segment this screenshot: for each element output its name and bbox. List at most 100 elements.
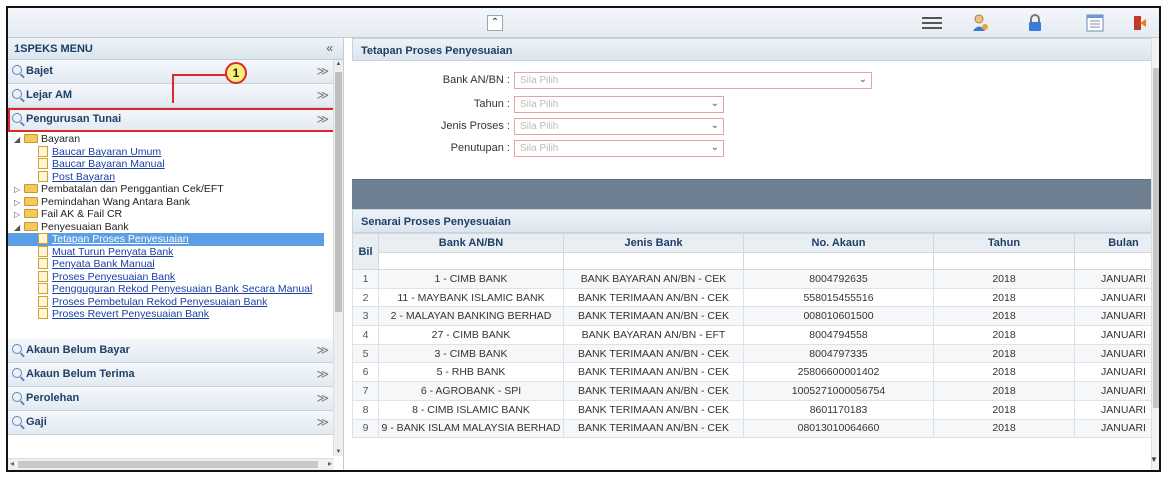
- table-row[interactable]: 2 11 - MAYBANK ISLAMIC BANK BANK TERIMAAN …: [352, 287, 1159, 308]
- accordion-bajet[interactable]: Bajet ≫: [8, 60, 343, 84]
- select-placeholder: Sila Pilih: [520, 121, 559, 132]
- tree-link-label[interactable]: Proses Revert Penyesuaian Bank: [52, 308, 209, 320]
- table-cell: 2018: [933, 287, 1075, 308]
- table-cell: JANUARI: [1074, 418, 1159, 439]
- logout-icon[interactable]: [1133, 13, 1147, 33]
- chevron-down-icon: ⌄: [858, 74, 867, 85]
- main-scrollbar[interactable]: ▼: [1150, 38, 1159, 470]
- table-cell: 2018: [933, 343, 1075, 364]
- sidebar-collapse-icon[interactable]: «: [326, 41, 333, 55]
- tahun-select[interactable]: Sila Pilih ⌄: [514, 96, 724, 113]
- tree-folder-item[interactable]: ▷ Pembatalan dan Penggantian Cek/EFT: [14, 183, 343, 196]
- tree-link-label[interactable]: Pengguguran Rekod Penyesuaian Bank Secar…: [52, 283, 312, 295]
- top-toolbar: ⌃: [8, 8, 1159, 38]
- tree-link-label[interactable]: Proses Penyesuaian Bank: [52, 271, 175, 283]
- table-cell: 2 - MALAYAN BANKING BERHAD: [378, 306, 564, 327]
- table-cell: BANK TERIMAAN AN/BN - CEK: [563, 418, 744, 439]
- table-row[interactable]: 88 - CIMB ISLAMIC BANK BANK TERIMAAN AN/B…: [352, 399, 1159, 420]
- table-cell: 2018: [933, 325, 1075, 345]
- tree-link-label[interactable]: Post Bayaran: [52, 171, 115, 183]
- tree-menu-link[interactable]: Baucar Bayaran Manual: [14, 158, 343, 171]
- scroll-down-arrow-icon[interactable]: ▼: [1150, 455, 1158, 464]
- table-row[interactable]: 53 - CIMB BANK BANK TERIMAAN AN/BN - CEK 8…: [352, 343, 1159, 364]
- tree-menu-link[interactable]: Proses Revert Penyesuaian Bank: [14, 308, 343, 321]
- tree-link-label[interactable]: Baucar Bayaran Umum: [52, 146, 161, 158]
- accordion-lejar-am[interactable]: Lejar AM ≫: [8, 84, 343, 108]
- column-header-bil[interactable]: Bil: [352, 233, 379, 270]
- tree-link-label[interactable]: Baucar Bayaran Manual: [52, 158, 165, 170]
- list-panel-title: Senarai Proses Penyesuaian: [352, 209, 1159, 233]
- filter-input-bank[interactable]: [378, 252, 564, 270]
- column-header-tahun[interactable]: Tahun: [933, 233, 1075, 253]
- scroll-down-arrow-icon[interactable]: ▼: [334, 449, 343, 455]
- sidebar-menu: 1SPEKS MENU « Bajet ≫ Lejar AM ≫ Penguru…: [8, 38, 344, 470]
- tree-folder-item[interactable]: ▷ Pemindahan Wang Antara Bank: [14, 196, 343, 209]
- table-row[interactable]: 99 - BANK ISLAM MALAYSIA BERHAD BANK TERI…: [352, 418, 1159, 439]
- tree-menu-link[interactable]: Baucar Bayaran Umum: [14, 145, 343, 159]
- tree-menu-link[interactable]: Proses Pembetulan Rekod Penyesuaian Bank: [14, 295, 343, 309]
- tree-menu-link[interactable]: Muat Turun Penyata Bank: [14, 245, 343, 259]
- jenis-proses-select[interactable]: Sila Pilih ⌄: [514, 118, 724, 135]
- column-header-bank[interactable]: Bank AN/BN: [378, 233, 564, 253]
- table-row[interactable]: 4 27 - CIMB BANK BANK BAYARAN AN/BN - EFT 8…: [352, 325, 1159, 345]
- table-cell: BANK TERIMAAN AN/BN - CEK: [563, 381, 744, 401]
- table-cell: 8004792635: [743, 269, 934, 289]
- document-icon: [38, 245, 48, 257]
- list-icon[interactable]: [1085, 13, 1105, 33]
- table-cell: 08013010064660: [743, 418, 934, 439]
- column-header-jenis-bank[interactable]: Jenis Bank: [563, 233, 744, 253]
- scroll-right-arrow-icon[interactable]: ▸: [328, 459, 332, 468]
- hamburger-icon[interactable]: [922, 17, 942, 29]
- table-cell: 1: [352, 269, 379, 289]
- filter-input-bulan[interactable]: [1074, 252, 1159, 270]
- sidebar-scrollbar[interactable]: ▲ ▼: [333, 60, 343, 456]
- tree-folder-item[interactable]: ◢ Penyesuaian Bank: [14, 221, 343, 234]
- scroll-thumb[interactable]: [18, 461, 318, 468]
- sidebar-horizontal-scrollbar[interactable]: ◂ ▸: [8, 458, 334, 470]
- table-row[interactable]: 11 - CIMB BANK BANK BAYARAN AN/BN - CEK 80…: [352, 269, 1159, 289]
- tree-menu-link[interactable]: Tetapan Proses Penyesuaian: [8, 233, 324, 246]
- scroll-thumb[interactable]: [1153, 68, 1159, 408]
- column-header-bulan[interactable]: Bulan: [1074, 233, 1159, 253]
- table-cell: JANUARI: [1074, 381, 1159, 401]
- scroll-up-arrow-icon[interactable]: ▲: [334, 61, 343, 67]
- document-icon: [38, 233, 48, 244]
- chevron-double-down-icon: ≫: [316, 88, 329, 102]
- scroll-left-arrow-icon[interactable]: ◂: [10, 459, 14, 468]
- table-row[interactable]: 76 - AGROBANK - SPI BANK TERIMAAN AN/BN -…: [352, 381, 1159, 401]
- search-icon: [12, 392, 22, 402]
- penutupan-select[interactable]: Sila Pilih ⌄: [514, 140, 724, 157]
- table-cell: JANUARI: [1074, 343, 1159, 364]
- tree-link-label[interactable]: Tetapan Proses Penyesuaian: [52, 233, 189, 245]
- accordion-akaun-belum-bayar[interactable]: Akaun Belum Bayar ≫: [8, 339, 343, 363]
- tree-menu-link[interactable]: Pengguguran Rekod Penyesuaian Bank Secar…: [14, 283, 343, 296]
- accordion-pengurusan-tunai[interactable]: Pengurusan Tunai ≫: [8, 108, 343, 132]
- table-cell: 8601170183: [743, 399, 934, 420]
- column-header-no-akaun[interactable]: No. Akaun: [743, 233, 934, 253]
- tree-menu-link[interactable]: Penyata Bank Manual: [14, 258, 343, 271]
- tree-folder-item[interactable]: ▷ Fail AK & Fail CR: [14, 208, 343, 221]
- tree-link-label[interactable]: Muat Turun Penyata Bank: [52, 246, 173, 258]
- filter-input-jenis-bank[interactable]: [563, 252, 744, 270]
- table-cell: 6 - AGROBANK - SPI: [378, 381, 564, 401]
- table-cell: 8004797335: [743, 343, 934, 364]
- table-row[interactable]: 65 - RHB BANK BANK TERIMAAN AN/BN - CEK 25…: [352, 362, 1159, 383]
- table-row[interactable]: 32 - MALAYAN BANKING BERHAD BANK TERIMAAN…: [352, 306, 1159, 327]
- accordion-label: Perolehan: [26, 392, 80, 404]
- lock-icon[interactable]: [1025, 13, 1045, 33]
- filter-input-no-akaun[interactable]: [743, 252, 934, 270]
- filter-input-tahun[interactable]: [933, 252, 1075, 270]
- collapse-header-button[interactable]: ⌃: [487, 15, 503, 31]
- bank-select[interactable]: Sila Pilih ⌄: [514, 72, 872, 89]
- user-icon[interactable]: [970, 13, 990, 33]
- tree-menu-link[interactable]: Proses Penyesuaian Bank: [14, 270, 343, 284]
- accordion-perolehan[interactable]: Perolehan ≫: [8, 387, 343, 411]
- accordion-gaji[interactable]: Gaji ≫: [8, 411, 343, 435]
- tree-link-label[interactable]: Penyata Bank Manual: [52, 258, 155, 270]
- tree-menu-link[interactable]: Post Bayaran: [14, 170, 343, 184]
- tree-link-label[interactable]: Proses Pembetulan Rekod Penyesuaian Bank: [52, 296, 267, 308]
- tree-folder-item[interactable]: ◢ Bayaran: [14, 133, 343, 146]
- accordion-akaun-belum-terima[interactable]: Akaun Belum Terima ≫: [8, 363, 343, 387]
- app-window: ⌃ 1SPEKS MENU « Bajet ≫ Lejar AM ≫ Pengu…: [6, 6, 1161, 472]
- scroll-thumb[interactable]: [335, 72, 342, 312]
